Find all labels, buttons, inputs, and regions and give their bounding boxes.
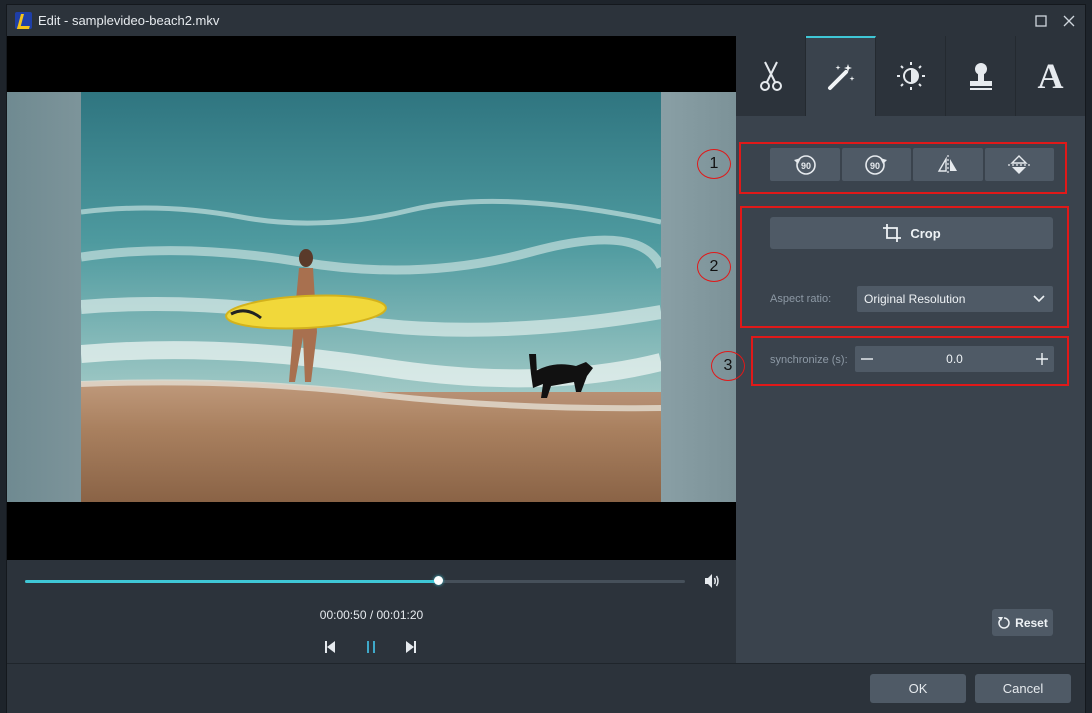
video-still (81, 92, 661, 502)
crop-button[interactable]: Crop (770, 217, 1053, 249)
close-button[interactable] (1059, 11, 1079, 31)
step-back-icon (325, 641, 335, 653)
maximize-button[interactable] (1031, 11, 1051, 31)
rotate-flip-group: 90 90 (770, 148, 1054, 181)
player-controls: 00:00:50 / 00:01:20 (7, 560, 736, 663)
text-icon: A (1037, 56, 1064, 96)
sync-decrease-button[interactable] (855, 346, 879, 372)
previous-frame-button[interactable] (322, 638, 340, 656)
pause-button[interactable] (362, 638, 380, 656)
volume-button[interactable] (703, 573, 721, 589)
tab-effects[interactable] (806, 36, 876, 116)
beach-scene (81, 92, 661, 502)
plus-icon (1036, 353, 1048, 365)
stamp-icon (969, 63, 992, 90)
step-forward-icon (406, 641, 416, 653)
maximize-icon (1035, 15, 1047, 27)
title-bar: Edit - samplevideo-beach2.mkv (7, 5, 1085, 36)
video-preview (7, 36, 736, 560)
edit-window: Edit - samplevideo-beach2.mkv 00:00:50 /… (7, 5, 1085, 713)
video-frame (7, 92, 736, 502)
synchronize-stepper: 0.0 (855, 346, 1054, 372)
tab-text[interactable]: A (1016, 36, 1085, 116)
flip-vertical-icon (1008, 154, 1031, 174)
cancel-button[interactable]: Cancel (975, 674, 1071, 703)
brightness-icon (896, 62, 925, 90)
close-icon (1063, 15, 1075, 27)
flip-horizontal-button[interactable] (913, 148, 983, 181)
flip-vertical-button[interactable] (984, 148, 1054, 181)
scissors-icon (759, 61, 782, 91)
next-frame-button[interactable] (401, 638, 419, 656)
aspect-ratio-select[interactable]: Original Resolution (857, 286, 1053, 312)
tab-adjust[interactable] (876, 36, 946, 116)
tab-trim[interactable] (736, 36, 806, 116)
app-logo-icon (15, 12, 32, 29)
crop-icon (883, 224, 902, 242)
flip-horizontal-icon (937, 154, 957, 175)
seek-handle[interactable] (433, 576, 443, 585)
tool-tabs: A (736, 36, 1085, 116)
rotate-left-label: 90 (801, 161, 811, 171)
sync-increase-button[interactable] (1030, 346, 1054, 372)
annotation-2: 2 (697, 252, 731, 282)
minus-icon (861, 358, 873, 360)
window-title: Edit - samplevideo-beach2.mkv (38, 13, 220, 28)
rotate-right-button[interactable]: 90 (841, 148, 911, 181)
time-display: 00:00:50 / 00:01:20 (319, 608, 424, 622)
dialog-footer: OK Cancel (7, 663, 1085, 713)
speaker-icon (705, 574, 719, 588)
reset-label: Reset (1015, 615, 1048, 630)
seek-progress (25, 580, 438, 583)
rotate-left-button[interactable]: 90 (770, 148, 840, 181)
rotate-left-icon: 90 (793, 154, 816, 175)
sync-value-input[interactable]: 0.0 (879, 352, 1030, 366)
magic-wand-icon (827, 64, 854, 90)
chevron-down-icon (1033, 295, 1045, 303)
reset-button[interactable]: Reset (992, 609, 1053, 636)
ok-button[interactable]: OK (870, 674, 966, 703)
pause-icon (367, 641, 375, 653)
aspect-ratio-value: Original Resolution (864, 292, 966, 306)
annotation-3: 3 (711, 351, 745, 381)
reset-icon (998, 616, 1010, 629)
crop-label: Crop (910, 225, 941, 241)
annotation-1: 1 (697, 149, 731, 179)
edit-panel: A 1 90 90 2 Crop Aspect ratio: Original … (697, 36, 1085, 663)
aspect-ratio-label: Aspect ratio: (770, 293, 832, 305)
rotate-right-label: 90 (870, 161, 880, 171)
tab-watermark[interactable] (946, 36, 1016, 116)
synchronize-label: synchronize (s): (770, 354, 848, 366)
rotate-right-icon: 90 (865, 154, 888, 175)
seek-bar[interactable] (25, 576, 685, 585)
